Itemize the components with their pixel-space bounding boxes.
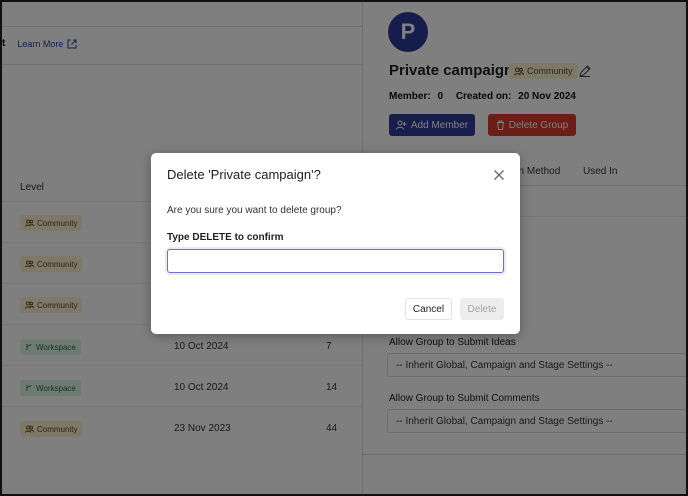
confirm-delete-input[interactable]	[167, 249, 504, 273]
close-icon[interactable]	[492, 168, 506, 182]
dialog-title: Delete 'Private campaign'?	[167, 167, 321, 182]
app-window: t Learn More Level Community Community C…	[0, 0, 688, 496]
dialog-message: Are you sure you want to delete group?	[167, 205, 342, 216]
cancel-button[interactable]: Cancel	[405, 298, 452, 320]
delete-button[interactable]: Delete	[460, 298, 504, 320]
delete-confirm-dialog: Delete 'Private campaign'? Are you sure …	[151, 153, 520, 334]
confirm-input-label: Type DELETE to confirm	[167, 232, 284, 243]
